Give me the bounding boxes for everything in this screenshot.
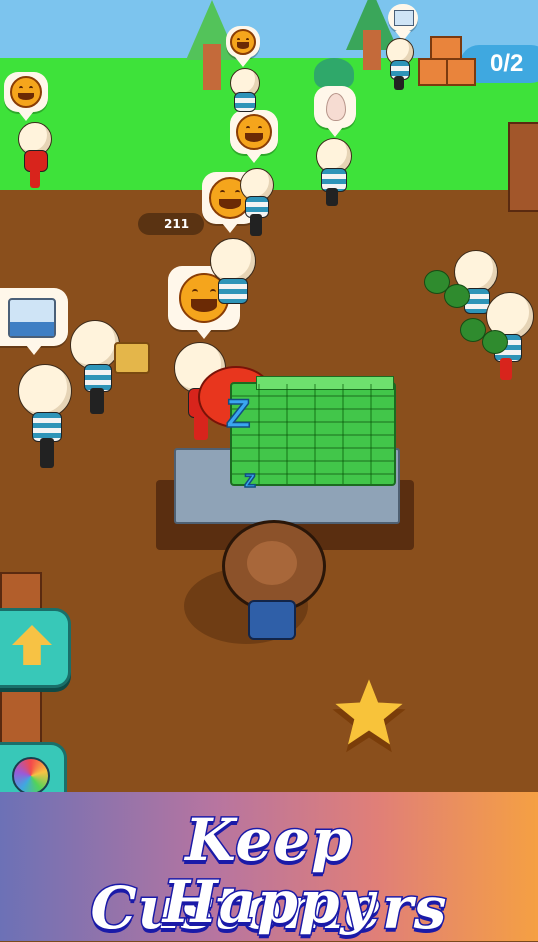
smiley-face-icon <box>10 76 42 108</box>
color-wheel-icon <box>12 757 50 792</box>
bubble-egg <box>314 86 356 137</box>
level-badge-value: 211 <box>164 217 190 231</box>
bush <box>314 58 354 88</box>
milk-carton-icon <box>394 10 414 26</box>
delivery-counter-text: 0/2 <box>490 50 524 77</box>
milk-carton-icon <box>8 298 56 338</box>
egg-icon <box>326 93 346 121</box>
player-cowboy-hat <box>222 520 326 612</box>
smiley-face-icon <box>236 114 272 150</box>
upgrade-button[interactable] <box>0 608 71 688</box>
bubble-smiley <box>230 110 278 163</box>
broccoli <box>482 330 508 354</box>
wooden-shelf <box>508 122 538 212</box>
promo-banner: Keep Customers Happy <box>0 792 538 942</box>
player-body <box>248 600 296 640</box>
sleep-z-icon: z <box>243 465 257 494</box>
game-scene[interactable]: 0/2 211 Z z <box>0 0 538 792</box>
bubble-milk <box>0 288 68 355</box>
color-wheel-button[interactable] <box>0 742 67 792</box>
flower-basket <box>114 342 150 374</box>
smiley-face-icon <box>230 29 256 55</box>
boxes-icon <box>418 36 476 92</box>
sleep-z-icon: Z <box>225 391 251 437</box>
bubble-smiley <box>226 26 260 67</box>
arrow-up-icon <box>12 625 52 665</box>
level-badge: 211 <box>138 213 204 235</box>
banner-line-2: Happy <box>161 867 376 938</box>
bubble-milk-small <box>388 4 418 41</box>
broccoli <box>444 284 470 308</box>
bubble-smiley <box>4 72 48 121</box>
